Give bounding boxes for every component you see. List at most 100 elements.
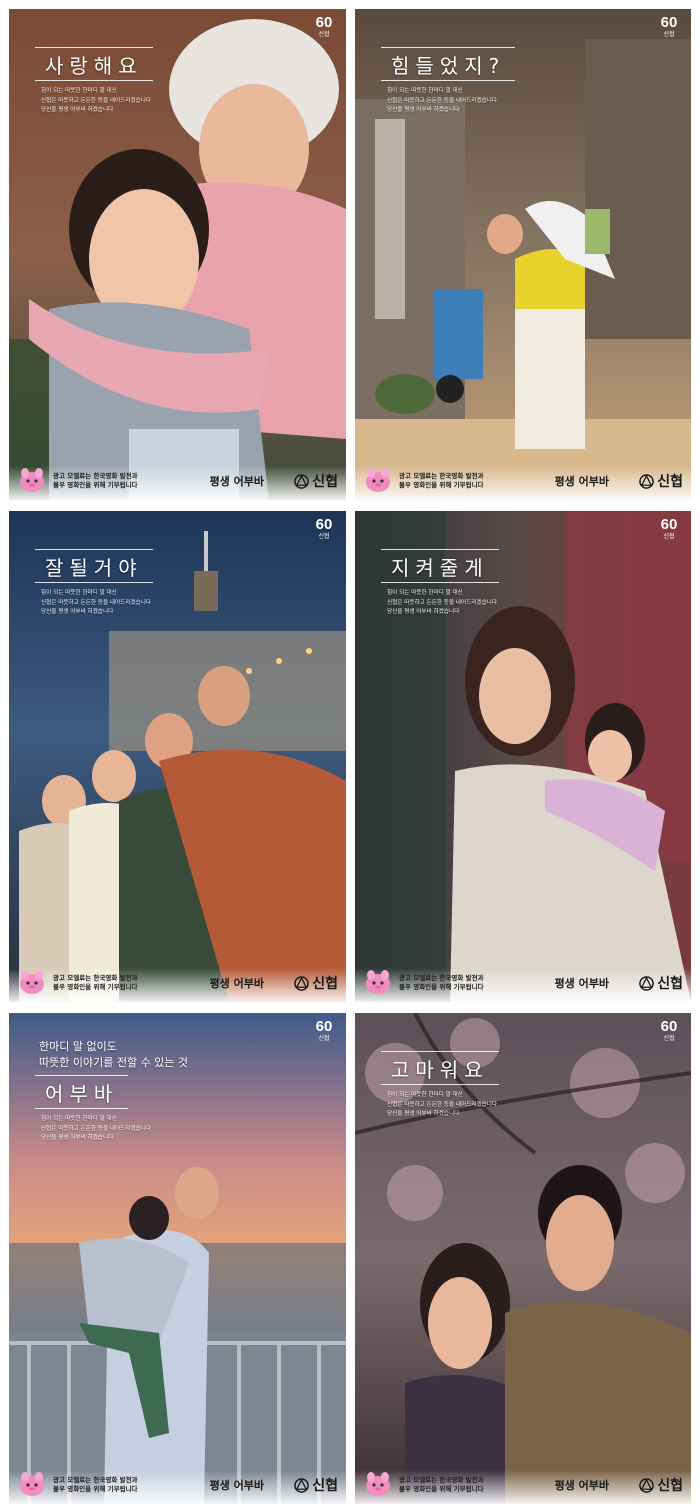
poster-3-title-box: 잘될거야 (35, 549, 153, 583)
donation-line: 불우 영화인을 위해 기부됩니다 (399, 1485, 484, 1493)
poster-2-body-line: 신협은 따뜻하고 든든한 등을 내어드리겠습니다 (387, 97, 498, 104)
poster-6: 고마워요 힘이 되는 따뜻한 한마디 말 대신 신협은 따뜻하고 든든한 등을 … (355, 1013, 691, 1504)
badge-label: 신협 (663, 31, 675, 38)
shinhyup-logo-icon (294, 1477, 310, 1493)
poster-5: 한마디 말 없이도 따뜻한 이야기를 전할 수 있는 것 어부바 힘이 되는 따… (9, 1013, 346, 1504)
badge-label: 신협 (663, 1035, 675, 1042)
donation-line: 광고 모델료는 한국영화 발전과 (53, 1476, 138, 1484)
poster-6-title-box: 고마워요 (381, 1051, 499, 1085)
poster-6-body: 힘이 되는 따뜻한 한마디 말 대신 신협은 따뜻하고 든든한 등을 내어드리겠… (387, 1091, 587, 1120)
badge-label: 신협 (318, 533, 330, 540)
donation-line: 광고 모델료는 한국영화 발전과 (53, 472, 138, 480)
poster-5-body-line: 당신을 평생 어부바 하겠습니다 (41, 1135, 114, 1141)
brand-logo: 신협 (639, 973, 683, 993)
mascot-icon (20, 970, 44, 994)
poster-6-body-line: 신협은 따뜻하고 든든한 등을 내어드리겠습니다 (387, 1101, 498, 1108)
badge-number: 60 (660, 14, 678, 31)
poster-4-body-line: 힘이 되는 따뜻한 한마디 말 대신 (387, 590, 463, 596)
poster-3-body-line: 힘이 되는 따뜻한 한마디 말 대신 (41, 590, 117, 596)
poster-6-title: 고마워요 (391, 1057, 489, 1082)
poster-5-title-box: 어부바 (35, 1075, 129, 1109)
brand-logo: 신협 (294, 1475, 338, 1495)
poster-footer: 광고 모델료는 한국영화 발전과 불우 영화인을 위해 기부됩니다 평생 어부바… (355, 466, 691, 500)
poster-1-title-box: 사랑해요 (35, 47, 153, 81)
poster-5-title: 어부바 (45, 1081, 119, 1106)
donation-line: 불우 영화인을 위해 기부됩니다 (53, 983, 138, 991)
poster-footer: 광고 모델료는 한국영화 발전과 불우 영화인을 위해 기부됩니다 평생 어부바… (9, 466, 346, 500)
poster-footer: 광고 모델료는 한국영화 발전과 불우 영화인을 위해 기부됩니다 평생 어부바… (9, 1470, 346, 1504)
brand-name: 신협 (657, 474, 683, 490)
poster-2-title: 힘들었지? (391, 53, 506, 78)
anniversary-badge: 60 신협 (310, 15, 338, 39)
donation-notice: 광고 모델료는 한국영화 발전과 불우 영화인을 위해 기부됩니다 (53, 1476, 138, 1494)
poster-footer: 광고 모델료는 한국영화 발전과 불우 영화인을 위해 기부됩니다 평생 어부바… (355, 968, 691, 1002)
mascot-icon (366, 1472, 390, 1496)
donation-notice: 광고 모델료는 한국영화 발전과 불우 영화인을 위해 기부됩니다 (53, 974, 138, 992)
anniversary-badge: 60 신협 (310, 1019, 338, 1043)
poster-3: 잘될거야 힘이 되는 따뜻한 한마디 말 대신 신협은 따뜻하고 든든한 등을 … (9, 511, 346, 1002)
donation-line: 광고 모델료는 한국영화 발전과 (399, 974, 484, 982)
poster-1-body-line: 당신을 평생 어부바 하겠습니다 (41, 107, 114, 113)
poster-6-body-line: 힘이 되는 따뜻한 한마디 말 대신 (387, 1092, 463, 1098)
poster-2-body-line: 힘이 되는 따뜻한 한마디 말 대신 (387, 88, 463, 94)
shinhyup-logo-icon (639, 473, 655, 489)
anniversary-badge: 60 신협 (655, 517, 683, 541)
poster-4-body-line: 당신을 평생 어부바 하겠습니다 (387, 609, 460, 615)
badge-number: 60 (315, 14, 333, 31)
poster-6-body-line: 당신을 평생 어부바 하겠습니다 (387, 1111, 460, 1117)
shinhyup-logo-icon (639, 1477, 655, 1493)
slogan: 평생 어부바 (554, 475, 609, 488)
poster-2: 힘들었지? 힘이 되는 따뜻한 한마디 말 대신 신협은 따뜻하고 든든한 등을… (355, 9, 691, 500)
donation-line: 광고 모델료는 한국영화 발전과 (399, 472, 484, 480)
mascot-icon (366, 970, 390, 994)
badge-number: 60 (660, 1018, 678, 1035)
poster-3-body-line: 당신을 평생 어부바 하겠습니다 (41, 609, 114, 615)
poster-4-body-line: 신협은 따뜻하고 든든한 등을 내어드리겠습니다 (387, 599, 498, 606)
slogan: 평생 어부바 (209, 475, 264, 488)
badge-number: 60 (315, 1018, 333, 1035)
brand-logo: 신협 (639, 1475, 683, 1495)
shinhyup-logo-icon (639, 975, 655, 991)
slogan: 평생 어부바 (209, 977, 264, 990)
poster-1-body-line: 힘이 되는 따뜻한 한마디 말 대신 (41, 88, 117, 94)
brand-logo: 신협 (639, 471, 683, 491)
badge-label: 신협 (663, 533, 675, 540)
brand-name: 신협 (312, 1478, 338, 1494)
poster-5-body: 힘이 되는 따뜻한 한마디 말 대신 신협은 따뜻하고 든든한 등을 내어드리겠… (41, 1115, 241, 1144)
poster-2-photo (355, 9, 691, 500)
donation-line: 불우 영화인을 위해 기부됩니다 (399, 481, 484, 489)
badge-label: 신협 (318, 31, 330, 38)
donation-notice: 광고 모델료는 한국영화 발전과 불우 영화인을 위해 기부됩니다 (399, 472, 484, 490)
poster-5-lead-text: 한마디 말 없이도 따뜻한 이야기를 전할 수 있는 것 (39, 1039, 188, 1071)
mascot-icon (366, 468, 390, 492)
donation-notice: 광고 모델료는 한국영화 발전과 불우 영화인을 위해 기부됩니다 (399, 1476, 484, 1494)
mascot-icon (20, 1472, 44, 1496)
poster-4: 지켜줄게 힘이 되는 따뜻한 한마디 말 대신 신협은 따뜻하고 든든한 등을 … (355, 511, 691, 1002)
poster-3-photo (9, 511, 346, 1002)
donation-notice: 광고 모델료는 한국영화 발전과 불우 영화인을 위해 기부됩니다 (53, 472, 138, 490)
badge-label: 신협 (318, 1035, 330, 1042)
poster-4-title: 지켜줄게 (391, 555, 489, 580)
poster-1-photo (9, 9, 346, 500)
poster-footer: 광고 모델료는 한국영화 발전과 불우 영화인을 위해 기부됩니다 평생 어부바… (355, 1470, 691, 1504)
anniversary-badge: 60 신협 (655, 1019, 683, 1043)
poster-2-body-line: 당신을 평생 어부바 하겠습니다 (387, 107, 460, 113)
donation-line: 불우 영화인을 위해 기부됩니다 (53, 1485, 138, 1493)
donation-line: 불우 영화인을 위해 기부됩니다 (53, 481, 138, 489)
poster-1-body-line: 신협은 따뜻하고 든든한 등을 내어드리겠습니다 (41, 97, 152, 104)
poster-5-body-line: 신협은 따뜻하고 든든한 등을 내어드리겠습니다 (41, 1125, 152, 1132)
shinhyup-logo-icon (294, 975, 310, 991)
brand-logo: 신협 (294, 471, 338, 491)
brand-name: 신협 (657, 1478, 683, 1494)
donation-line: 광고 모델료는 한국영화 발전과 (399, 1476, 484, 1484)
poster-4-title-box: 지켜줄게 (381, 549, 499, 583)
anniversary-badge: 60 신협 (310, 517, 338, 541)
slogan: 평생 어부바 (554, 1479, 609, 1492)
shinhyup-logo-icon (294, 473, 310, 489)
poster-6-photo (355, 1013, 691, 1504)
poster-footer: 광고 모델료는 한국영화 발전과 불우 영화인을 위해 기부됩니다 평생 어부바… (9, 968, 346, 1002)
brand-logo: 신협 (294, 973, 338, 993)
poster-2-title-box: 힘들었지? (381, 47, 516, 81)
poster-1-title: 사랑해요 (45, 53, 143, 78)
poster-1-body: 힘이 되는 따뜻한 한마디 말 대신 신협은 따뜻하고 든든한 등을 내어드리겠… (41, 87, 241, 116)
